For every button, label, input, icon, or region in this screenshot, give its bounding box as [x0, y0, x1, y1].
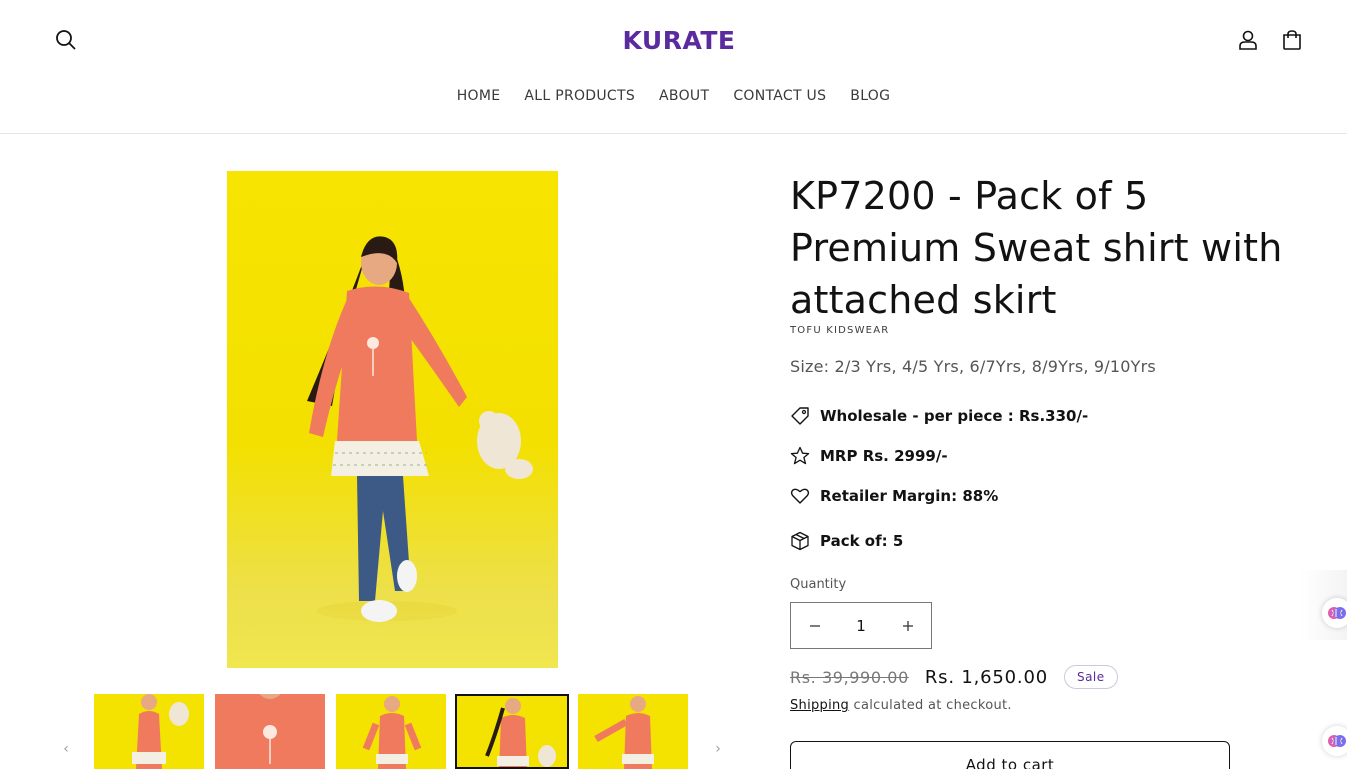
shipping-link[interactable]: Shipping: [790, 698, 849, 713]
thumbnail[interactable]: [336, 694, 446, 769]
nav-all-products[interactable]: ALL PRODUCTS: [512, 86, 647, 106]
thumbnail[interactable]: [215, 694, 325, 769]
product-photo-illustration: [307, 236, 533, 622]
product-main-image[interactable]: [227, 171, 558, 668]
site-logo[interactable]: KURATE: [620, 26, 738, 55]
feature-margin: Retailer Margin: 88%: [790, 486, 998, 506]
wholesale-label: Wholesale - per piece :: [820, 407, 1019, 425]
brain-widget-icon[interactable]: [1322, 598, 1347, 628]
box-icon: [790, 531, 810, 551]
feature-margin-text: Retailer Margin: 88%: [820, 487, 999, 505]
site-header: KURATE HOME ALL PRODUCTS ABOUT CONTACT U…: [0, 0, 1347, 134]
quantity-label: Quantity: [790, 577, 847, 592]
wholesale-value: Rs.330/-: [1018, 407, 1089, 425]
feature-wholesale: Wholesale - per piece : Rs.330/-: [790, 406, 1088, 426]
quantity-increase-button[interactable]: [884, 603, 931, 648]
feature-mrp: MRP Rs. 2999/-: [790, 446, 948, 466]
search-icon[interactable]: [52, 26, 80, 54]
nav-about[interactable]: ABOUT: [647, 86, 721, 106]
product-vendor: TOFU KIDSWEAR: [790, 325, 890, 336]
quantity-stepper: [790, 602, 932, 649]
thumbnail[interactable]: [94, 694, 204, 769]
compare-at-price: Rs. 39,990.00: [790, 667, 909, 687]
minus-icon: [809, 624, 820, 627]
thumbnail-strip: [94, 694, 688, 769]
chevron-right-icon[interactable]: ›: [710, 740, 726, 758]
price-row: Rs. 39,990.00 Rs. 1,650.00 Sale: [790, 665, 1118, 689]
cart-icon[interactable]: [1278, 26, 1306, 54]
feature-pack: Pack of: 5: [790, 531, 903, 551]
star-icon: [790, 446, 810, 466]
quantity-input[interactable]: [838, 616, 884, 635]
heart-icon: [790, 486, 810, 506]
account-icon[interactable]: [1234, 26, 1262, 54]
nav-blog[interactable]: BLOG: [838, 86, 902, 106]
product-title: KP7200 - Pack of 5 Premium Sweat shirt w…: [790, 174, 1283, 322]
price-tag-icon: [790, 406, 810, 426]
sale-badge: Sale: [1063, 665, 1118, 689]
feature-mrp-text: MRP Rs. 2999/-: [820, 447, 948, 465]
thumbnail-active[interactable]: [455, 694, 569, 769]
thumbnail[interactable]: [578, 694, 688, 769]
plus-icon: [902, 620, 913, 631]
nav-contact-us[interactable]: CONTACT US: [721, 86, 838, 106]
product-sizes: Size: 2/3 Yrs, 4/5 Yrs, 6/7Yrs, 8/9Yrs, …: [790, 357, 1156, 376]
main-nav: HOME ALL PRODUCTS ABOUT CONTACT US BLOG: [0, 86, 1347, 106]
sale-price: Rs. 1,650.00: [924, 666, 1048, 688]
shipping-text: calculated at checkout.: [849, 698, 1012, 713]
brain-widget-icon-2[interactable]: [1322, 726, 1347, 756]
add-to-cart-button[interactable]: Add to cart: [790, 741, 1230, 769]
quantity-decrease-button[interactable]: [791, 603, 838, 648]
chevron-left-icon[interactable]: ‹: [58, 740, 74, 758]
feature-pack-text: Pack of: 5: [820, 532, 904, 550]
nav-home[interactable]: HOME: [445, 86, 513, 106]
feature-wholesale-text: Wholesale - per piece : Rs.330/-: [820, 407, 1088, 425]
shipping-note: Shipping calculated at checkout.: [790, 698, 1012, 713]
